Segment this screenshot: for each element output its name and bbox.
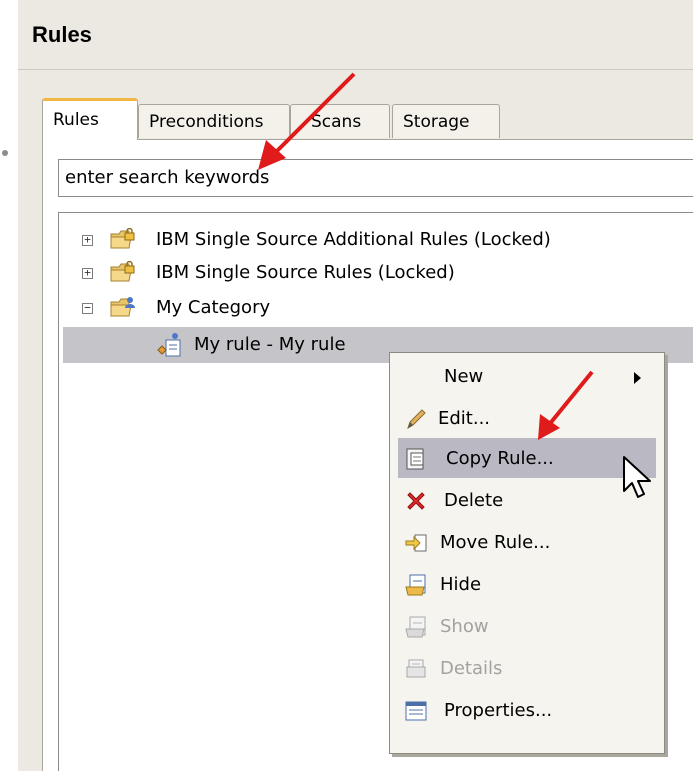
- panel-title: Rules: [32, 22, 92, 47]
- menu-item-hide[interactable]: Hide: [390, 565, 664, 605]
- context-menu: New Edit... Copy Rule... Delete Move Rul…: [389, 352, 665, 754]
- menu-item-label: Edit...: [438, 408, 491, 429]
- annotation-arrow-icon: [538, 370, 594, 440]
- user-folder-icon: [110, 297, 135, 317]
- tree-item-ibm-additional[interactable]: + IBM Single Source Additional Rules (Lo…: [58, 225, 678, 255]
- collapse-icon[interactable]: −: [82, 302, 93, 314]
- menu-item-label: Properties...: [444, 700, 553, 721]
- hide-icon: [405, 574, 426, 596]
- tree-item-label: My rule - My rule: [194, 334, 346, 355]
- menu-item-edit[interactable]: Edit...: [390, 399, 664, 439]
- tree-item-label: IBM Single Source Rules (Locked): [156, 262, 455, 283]
- menu-item-new[interactable]: New: [390, 357, 664, 397]
- menu-item-label: Move Rule...: [440, 532, 551, 553]
- expand-icon[interactable]: +: [82, 234, 93, 246]
- tree-item-ibm-rules[interactable]: + IBM Single Source Rules (Locked): [58, 258, 678, 288]
- edge-dot: [2, 150, 8, 156]
- expand-icon[interactable]: +: [82, 267, 93, 279]
- submenu-arrow-icon: [634, 372, 641, 384]
- tree-item-label: IBM Single Source Additional Rules (Lock…: [156, 229, 551, 250]
- pencil-icon: [407, 409, 426, 430]
- locked-folder-icon: [110, 261, 135, 282]
- locked-folder-icon: [110, 228, 135, 249]
- menu-item-move-rule[interactable]: Move Rule...: [390, 523, 664, 563]
- tab-rules[interactable]: Rules: [42, 98, 138, 140]
- red-x-icon: [407, 492, 425, 510]
- menu-item-details[interactable]: Details: [390, 649, 664, 689]
- menu-item-label: Details: [440, 658, 503, 679]
- menu-item-label: Show: [440, 616, 489, 637]
- menu-item-label: Copy Rule...: [446, 448, 554, 469]
- menu-item-show[interactable]: Show: [390, 607, 664, 647]
- search-input[interactable]: enter search keywords: [58, 159, 693, 197]
- tab-storage[interactable]: Storage: [392, 104, 500, 138]
- tree-item-label: My Category: [156, 297, 271, 318]
- mouse-cursor-icon: [623, 456, 651, 498]
- move-icon: [405, 534, 427, 552]
- annotation-arrow-icon: [258, 72, 356, 170]
- details-icon: [406, 659, 426, 678]
- properties-icon: [405, 701, 427, 721]
- tree-item-my-category[interactable]: − My Category: [58, 293, 678, 323]
- show-icon: [405, 616, 426, 638]
- tree-item-my-rule[interactable]: My rule - My rule: [150, 330, 380, 360]
- menu-item-label: Delete: [444, 490, 504, 511]
- copy-icon: [406, 448, 424, 470]
- menu-item-properties[interactable]: Properties...: [390, 691, 664, 731]
- rule-icon: [157, 333, 181, 357]
- menu-item-label: Hide: [440, 574, 482, 595]
- menu-item-label: New: [444, 366, 484, 387]
